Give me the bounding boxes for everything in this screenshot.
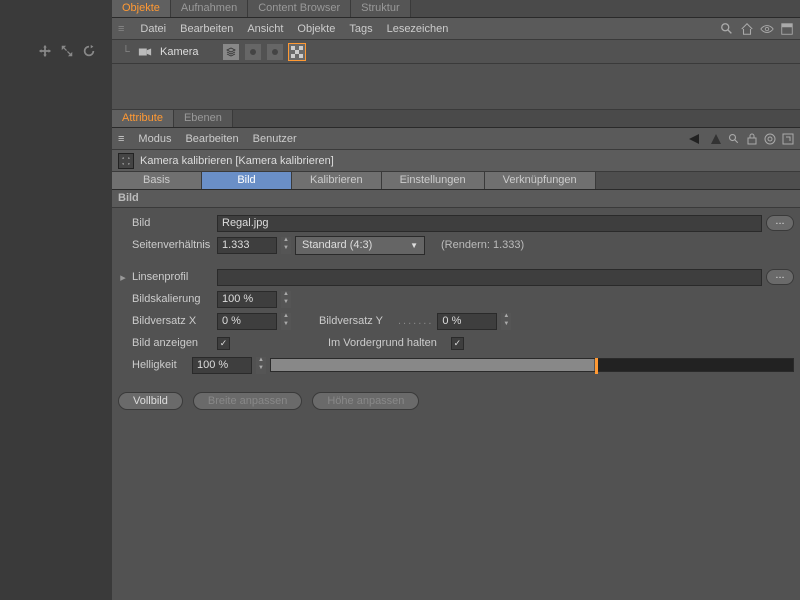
input-linsenprofil[interactable] — [217, 269, 762, 286]
attribute-menubar: ≡ Modus Bearbeiten Benutzer — [112, 128, 800, 150]
object-manager-menubar: ≡ Datei Bearbeiten Ansicht Objekte Tags … — [112, 18, 800, 40]
disclosure-linsenprofil[interactable]: ▸ — [118, 271, 128, 284]
object-row-kamera[interactable]: └ Kamera — [112, 40, 800, 64]
menu-ansicht[interactable]: Ansicht — [247, 23, 283, 35]
nav-back-icon[interactable] — [688, 133, 704, 145]
checkbox-bild-anzeigen[interactable] — [217, 337, 230, 350]
viewport-dark-region — [0, 0, 112, 600]
attribute-title: Kamera kalibrieren [Kamera kalibrieren] — [140, 155, 334, 167]
label-bild-anzeigen: Bild anzeigen — [118, 337, 213, 349]
dock-icon[interactable] — [780, 22, 794, 36]
nav-up-icon[interactable] — [710, 133, 722, 145]
tab-ebenen[interactable]: Ebenen — [174, 110, 233, 127]
dots-separator: ....... — [398, 315, 433, 327]
spinner-bildversatz-y[interactable]: ▲▼ — [501, 313, 511, 330]
scale-tool-icon[interactable] — [60, 44, 74, 58]
dropdown-aspect-preset[interactable]: Standard (4:3) ▼ — [295, 236, 425, 255]
spinner-helligkeit[interactable]: ▲▼ — [256, 357, 266, 374]
menu-bearbeiten[interactable]: Bearbeiten — [180, 23, 233, 35]
calibrator-tag-icon — [118, 153, 134, 169]
tag-calibrator-icon[interactable] — [289, 44, 305, 60]
label-linsenprofil: Linsenprofil — [132, 271, 213, 283]
menu-objekte[interactable]: Objekte — [297, 23, 335, 35]
tag-render-icon[interactable] — [267, 44, 283, 60]
label-seitenverhaeltnis: Seitenverhältnis — [118, 239, 213, 251]
rendern-info: (Rendern: 1.333) — [429, 239, 524, 251]
attribute-object-header: Kamera kalibrieren [Kamera kalibrieren] — [112, 150, 800, 172]
menu-modus[interactable]: Modus — [138, 133, 171, 145]
button-hoehe-anpassen[interactable]: Höhe anpassen — [312, 392, 419, 410]
chevron-down-icon: ▼ — [410, 241, 418, 250]
input-seitenverhaeltnis[interactable]: 1.333 — [217, 237, 277, 254]
search-icon[interactable] — [720, 22, 734, 36]
lock-icon[interactable] — [746, 133, 758, 145]
attr-tabs: Attribute Ebenen — [112, 110, 800, 128]
home-icon[interactable] — [740, 22, 754, 36]
button-breite-anpassen[interactable]: Breite anpassen — [193, 392, 303, 410]
top-tabs: Objekte Aufnahmen Content Browser Strukt… — [112, 0, 800, 18]
spinner-bildskalierung[interactable]: ▲▼ — [281, 291, 291, 308]
hamburger-icon[interactable]: ≡ — [118, 133, 124, 145]
attribute-sub-tabs: Basis Bild Kalibrieren Einstellungen Ver… — [112, 172, 800, 190]
spinner-bildversatz-x[interactable]: ▲▼ — [281, 313, 291, 330]
new-window-icon[interactable] — [782, 133, 794, 145]
tab-aufnahmen[interactable]: Aufnahmen — [171, 0, 248, 17]
object-manager-empty-area[interactable] — [112, 64, 800, 110]
tag-visibility-icon[interactable] — [245, 44, 261, 60]
subtab-bild[interactable]: Bild — [202, 172, 292, 189]
label-bildskalierung: Bildskalierung — [118, 293, 213, 305]
camera-icon — [138, 45, 152, 59]
tab-content-browser[interactable]: Content Browser — [248, 0, 351, 17]
subtab-verknuepfungen[interactable]: Verknüpfungen — [485, 172, 596, 189]
input-bildversatz-y[interactable]: 0 % — [437, 313, 497, 330]
tab-struktur[interactable]: Struktur — [351, 0, 411, 17]
label-bild: Bild — [118, 217, 213, 229]
tree-handle-icon: └ — [122, 46, 134, 58]
tab-attribute[interactable]: Attribute — [112, 110, 174, 127]
tab-objekte[interactable]: Objekte — [112, 0, 171, 17]
eye-icon[interactable] — [760, 22, 774, 36]
search-icon[interactable] — [728, 133, 740, 145]
input-bildskalierung[interactable]: 100 % — [217, 291, 277, 308]
menu-tags[interactable]: Tags — [349, 23, 372, 35]
label-bildversatz-x: Bildversatz X — [118, 315, 213, 327]
menu-lesezeichen[interactable]: Lesezeichen — [387, 23, 449, 35]
menu-benutzer[interactable]: Benutzer — [253, 133, 297, 145]
input-bild-file[interactable]: Regal.jpg — [217, 215, 762, 232]
spinner-seitenverhaeltnis[interactable]: ▲▼ — [281, 237, 291, 254]
checkbox-im-vordergrund[interactable] — [451, 337, 464, 350]
label-im-vordergrund: Im Vordergrund halten — [328, 337, 437, 349]
slider-thumb[interactable] — [595, 358, 598, 374]
label-bildversatz-y: Bildversatz Y — [319, 315, 394, 327]
browse-linsenprofil-button[interactable]: ... — [766, 269, 794, 285]
tag-layer-icon[interactable] — [223, 44, 239, 60]
section-header-bild: Bild — [112, 190, 800, 208]
subtab-kalibrieren[interactable]: Kalibrieren — [292, 172, 382, 189]
slider-helligkeit[interactable] — [270, 358, 794, 372]
input-helligkeit[interactable]: 100 % — [192, 357, 252, 374]
rotate-tool-icon[interactable] — [82, 44, 96, 58]
menu-datei[interactable]: Datei — [140, 23, 166, 35]
object-name[interactable]: Kamera — [156, 46, 203, 58]
dropdown-aspect-value: Standard (4:3) — [302, 239, 372, 251]
subtab-einstellungen[interactable]: Einstellungen — [382, 172, 485, 189]
input-bildversatz-x[interactable]: 0 % — [217, 313, 277, 330]
hamburger-icon[interactable]: ≡ — [118, 23, 124, 35]
subtab-basis[interactable]: Basis — [112, 172, 202, 189]
move-tool-icon[interactable] — [38, 44, 52, 58]
label-helligkeit: Helligkeit — [118, 359, 188, 371]
browse-button[interactable]: ... — [766, 215, 794, 231]
menu-bearbeiten-attr[interactable]: Bearbeiten — [185, 133, 238, 145]
target-icon[interactable] — [764, 133, 776, 145]
button-vollbild[interactable]: Vollbild — [118, 392, 183, 410]
